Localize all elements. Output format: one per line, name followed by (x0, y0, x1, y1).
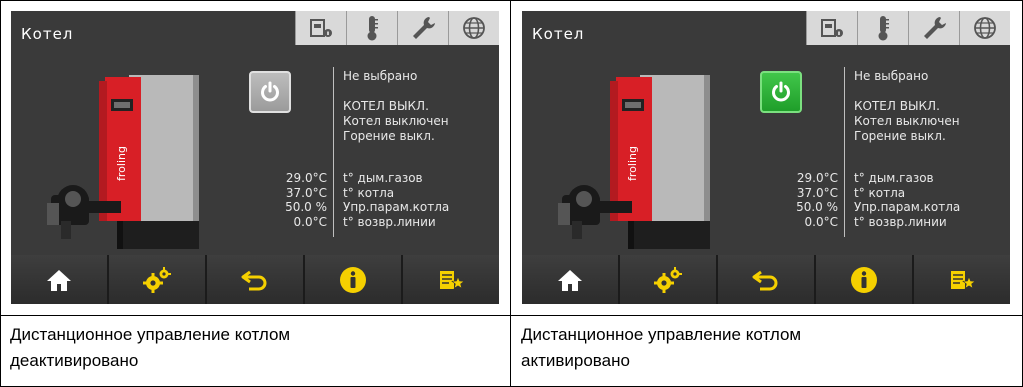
tab-boiler-info[interactable] (807, 11, 858, 45)
favorites-button[interactable] (403, 255, 499, 304)
status-line: КОТЕЛ ВЫКЛ. (343, 99, 429, 113)
info-icon (340, 266, 366, 293)
tab-boiler-info[interactable] (296, 11, 347, 45)
globe-icon (974, 17, 996, 39)
measurement-value: 37.0°C (285, 185, 327, 200)
status-text: Не выбрано КОТЕЛ ВЫКЛ. Котел выключен Го… (854, 69, 960, 144)
thermometer-icon (367, 16, 378, 41)
screen-tabs (806, 11, 1010, 45)
measurement-value: 29.0°C (285, 171, 327, 185)
back-arrow-icon (241, 270, 267, 290)
home-button[interactable] (11, 255, 109, 304)
home-button[interactable] (522, 255, 620, 304)
measurement-value: 50.0 % (796, 200, 838, 214)
measurement-label: t° котла (343, 185, 395, 200)
favorites-list-icon (440, 270, 465, 289)
measurement-value: 0.0°C (804, 214, 838, 229)
bottom-nav (522, 255, 1010, 304)
measurement-labels: t° дым.газов t° котла Упр.парам.котла t°… (343, 171, 449, 229)
gears-icon (654, 266, 682, 293)
measurement-label: t° возвр.линии (343, 214, 436, 229)
measurement-values: 29.0°C 37.0°C 50.0 % 0.0°C (732, 171, 838, 229)
measurement-label: t° дым.газов (343, 171, 423, 185)
measurement-label: t° возвр.линии (854, 214, 947, 229)
boiler-image: froling (558, 75, 710, 249)
status-line: Котел выключен (854, 114, 960, 128)
favorites-list-icon (951, 270, 976, 289)
wrench-icon (924, 17, 946, 39)
status-text: Не выбрано КОТЕЛ ВЫКЛ. Котел выключен Го… (343, 69, 449, 144)
back-button[interactable] (207, 255, 305, 304)
tab-language[interactable] (960, 11, 1010, 45)
controller-screen: Котел froling Не выбрано КОТЕЛ ВЫКЛ. Кот… (522, 11, 1010, 304)
measurement-value: 37.0°C (796, 185, 838, 200)
bottom-nav (11, 255, 499, 304)
info-divider (844, 67, 845, 237)
screen-title: Котел (532, 25, 585, 43)
home-icon (47, 269, 71, 291)
status-line: Котел выключен (343, 114, 449, 128)
remote-power-button[interactable] (249, 71, 291, 113)
status-line: Не выбрано (343, 69, 418, 83)
status-line: Горение выкл. (343, 129, 435, 143)
measurement-label: t° дым.газов (854, 171, 934, 185)
boiler-info-icon (310, 19, 332, 37)
screen-title: Котел (21, 25, 74, 43)
panel-remote-on: Котел froling Не выбрано КОТЕЛ ВЫКЛ. Кот… (511, 0, 1021, 387)
measurement-value: 0.0°C (293, 214, 327, 229)
power-icon (772, 81, 790, 102)
tab-service[interactable] (398, 11, 449, 45)
svg-text:froling: froling (115, 146, 128, 181)
status-line: КОТЕЛ ВЫКЛ. (854, 99, 940, 113)
measurement-value: 50.0 % (285, 200, 327, 214)
back-button[interactable] (718, 255, 816, 304)
tab-service[interactable] (909, 11, 960, 45)
tab-temperature[interactable] (858, 11, 909, 45)
tab-language[interactable] (449, 11, 499, 45)
status-line: Не выбрано (854, 69, 929, 83)
power-icon (261, 81, 279, 102)
settings-button[interactable] (620, 255, 718, 304)
info-button[interactable] (816, 255, 914, 304)
back-arrow-icon (752, 270, 778, 290)
tab-temperature[interactable] (347, 11, 398, 45)
info-divider (333, 67, 334, 237)
favorites-button[interactable] (914, 255, 1010, 304)
svg-text:froling: froling (626, 146, 639, 181)
globe-icon (463, 17, 485, 39)
status-spacer (343, 84, 449, 99)
info-button[interactable] (305, 255, 403, 304)
panel-caption: Дистанционное управление котлом активиро… (521, 325, 802, 370)
measurement-labels: t° дым.газов t° котла Упр.парам.котла t°… (854, 171, 960, 229)
panel-remote-off: Котел froling Не выбрано КОТЕЛ ВЫКЛ. Кот… (0, 0, 510, 387)
measurement-value: 29.0°C (796, 171, 838, 185)
controller-screen: Котел froling Не выбрано КОТЕЛ ВЫКЛ. Кот… (11, 11, 499, 304)
status-line: Горение выкл. (854, 129, 946, 143)
boiler-image: froling (47, 75, 199, 249)
gears-icon (143, 266, 171, 293)
screen-tabs (295, 11, 499, 45)
boiler-info-icon (821, 19, 843, 37)
home-icon (558, 269, 582, 291)
measurement-label: t° котла (854, 185, 906, 200)
info-icon (851, 266, 877, 293)
measurement-values: 29.0°C 37.0°C 50.0 % 0.0°C (221, 171, 327, 229)
panel-caption: Дистанционное управление котлом деактиви… (10, 325, 291, 370)
measurement-label: Упр.парам.котла (343, 200, 450, 214)
settings-button[interactable] (109, 255, 207, 304)
status-spacer (854, 84, 960, 99)
screen-header: Котел (11, 11, 499, 65)
thermometer-icon (878, 16, 889, 41)
screen-header: Котел (522, 11, 1010, 65)
measurement-label: Упр.парам.котла (854, 200, 961, 214)
wrench-icon (413, 17, 435, 39)
remote-power-button[interactable] (760, 71, 802, 113)
